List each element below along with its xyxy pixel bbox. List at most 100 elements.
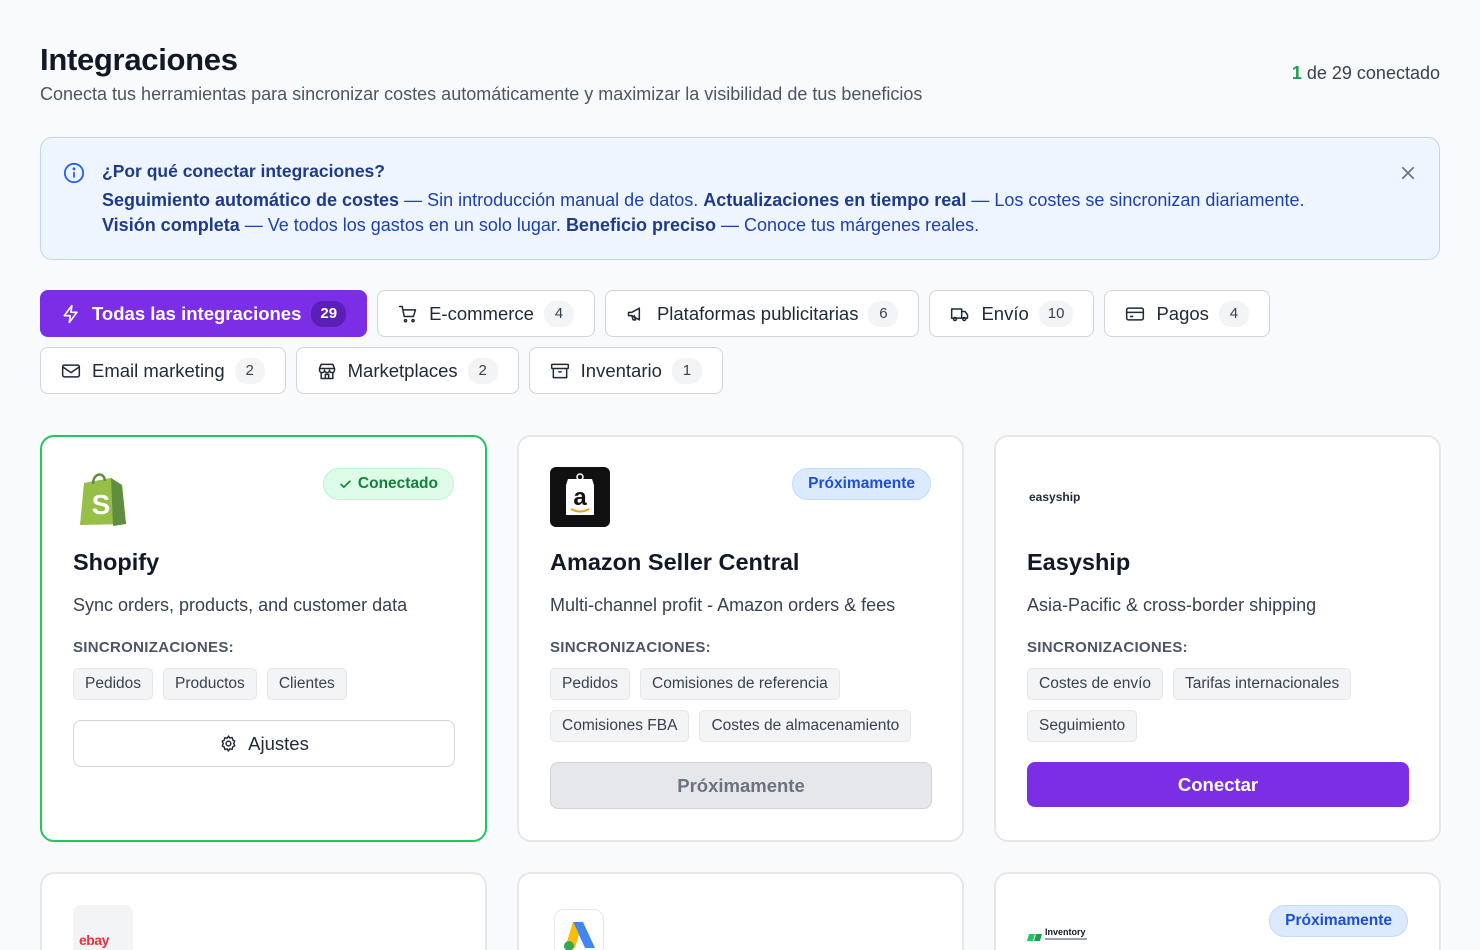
integration-card-amazon: a Próximamente Amazon Seller Central Mul… bbox=[517, 435, 964, 842]
google-ads-icon bbox=[564, 922, 595, 950]
filter-row-1: Todas las integraciones 29 E-commerce 4 … bbox=[40, 290, 1270, 337]
connected-count: 1 de 29 conectado bbox=[1292, 63, 1440, 84]
sync-tag: Comisiones FBA bbox=[550, 710, 690, 742]
filter-label: Inventario bbox=[580, 359, 662, 381]
ebay-logo-text: ebay bbox=[79, 932, 109, 948]
sync-tag: Comisiones de referencia bbox=[640, 668, 840, 700]
store-icon bbox=[318, 363, 335, 379]
syncs-label: SINCRONIZACIONES: bbox=[1027, 639, 1188, 656]
amazon-logo: a bbox=[550, 467, 610, 527]
integration-name: Amazon Seller Central bbox=[550, 549, 800, 575]
banner-line-2: Visión completa — Ve todos los gastos en… bbox=[102, 215, 979, 236]
filter-count: 1 bbox=[671, 357, 702, 384]
filter-all[interactable]: Todas las integraciones 29 bbox=[40, 290, 368, 337]
integration-description: Multi-channel profit - Amazon orders & f… bbox=[550, 595, 896, 615]
status-label: Conectado bbox=[357, 475, 438, 492]
integration-card-easyship: easyship Easyship Asia-Pacific & cross-b… bbox=[994, 435, 1441, 842]
credit-card-icon bbox=[1126, 306, 1145, 321]
filter-label: Pagos bbox=[1156, 302, 1209, 324]
filter-label: E-commerce bbox=[429, 302, 534, 324]
filter-marketplaces[interactable]: Marketplaces 2 bbox=[295, 347, 519, 394]
integration-description: Asia-Pacific & cross-border shipping bbox=[1027, 595, 1317, 615]
connected-count-number: 1 bbox=[1291, 63, 1302, 83]
filter-shipping[interactable]: Envío 10 bbox=[929, 290, 1095, 337]
svg-text:S: S bbox=[92, 489, 111, 520]
filter-email-marketing[interactable]: Email marketing 2 bbox=[40, 347, 286, 394]
sync-tag: Productos bbox=[163, 668, 257, 700]
page-header: Integraciones Conecta tus herramientas p… bbox=[40, 0, 1440, 137]
filter-count: 6 bbox=[868, 300, 899, 327]
banner-benefit-3: Visión completa bbox=[102, 215, 240, 235]
syncs-label: SINCRONIZACIONES: bbox=[73, 639, 234, 656]
gear-icon bbox=[221, 735, 236, 752]
filter-payments[interactable]: Pagos 4 bbox=[1104, 290, 1270, 337]
check-icon bbox=[340, 479, 351, 488]
filter-label: Marketplaces bbox=[347, 359, 458, 381]
close-icon[interactable] bbox=[1399, 164, 1417, 182]
sync-tag: Costes de envío bbox=[1027, 668, 1164, 700]
integration-name: Easyship bbox=[1027, 549, 1131, 575]
banner-benefit-2: Actualizaciones en tiempo real bbox=[703, 190, 967, 210]
page-title: Integraciones bbox=[40, 42, 238, 77]
cart-icon bbox=[398, 305, 417, 323]
filter-count: 2 bbox=[234, 357, 265, 384]
sync-tags: Pedidos Comisiones de referencia Comisio… bbox=[550, 668, 940, 742]
filter-label: Envío bbox=[981, 302, 1029, 324]
filter-count: 2 bbox=[467, 357, 498, 384]
truck-icon bbox=[951, 307, 969, 321]
page-subtitle: Conecta tus herramientas para sincroniza… bbox=[40, 84, 923, 104]
integration-card-ebay: ebay bbox=[40, 872, 487, 950]
shopify-logo: S bbox=[80, 473, 126, 526]
easyship-logo-text: easyship bbox=[1029, 490, 1080, 504]
sync-tag: Seguimiento bbox=[1027, 710, 1138, 742]
filter-count: 10 bbox=[1038, 300, 1074, 327]
info-banner: ¿Por qué conectar integraciones? Seguimi… bbox=[40, 137, 1440, 260]
filter-count: 29 bbox=[311, 300, 347, 327]
sync-tag: Pedidos bbox=[73, 668, 154, 700]
sync-tags: Costes de envío Tarifas internacionales … bbox=[1027, 668, 1417, 742]
inventory-planner-logo: Inventory bbox=[1027, 927, 1087, 941]
mail-icon bbox=[61, 363, 81, 378]
sync-tag: Clientes bbox=[266, 668, 347, 700]
filter-ad-platforms[interactable]: Plataformas publicitarias 6 bbox=[604, 290, 920, 337]
lightning-icon bbox=[63, 304, 78, 323]
integration-card-shopify: S Conectado Shopify Sync orders, product… bbox=[40, 435, 487, 842]
connect-button[interactable]: Conectar bbox=[1027, 762, 1409, 807]
megaphone-icon bbox=[627, 306, 641, 321]
settings-button[interactable]: Ajustes bbox=[73, 720, 455, 767]
status-badge: Próximamente bbox=[1269, 905, 1408, 937]
filter-label: Email marketing bbox=[92, 359, 225, 381]
svg-text:a: a bbox=[573, 484, 587, 511]
settings-button-label: Ajustes bbox=[248, 732, 309, 754]
banner-benefit-1-text: — Sin introducción manual de datos. bbox=[399, 190, 704, 210]
filter-label: Plataformas publicitarias bbox=[656, 302, 859, 324]
banner-benefit-3-text: — Ve todos los gastos en un solo lugar. bbox=[239, 215, 566, 235]
syncs-label: SINCRONIZACIONES: bbox=[550, 639, 711, 656]
integration-card-inventory-planner: Inventory Próximamente bbox=[994, 872, 1441, 950]
filter-count: 4 bbox=[543, 300, 574, 327]
filter-ecommerce[interactable]: E-commerce 4 bbox=[377, 290, 595, 337]
filter-label: Todas las integraciones bbox=[92, 302, 302, 324]
filter-row-2: Email marketing 2 Marketplaces 2 Inventa… bbox=[40, 347, 723, 394]
ebay-logo: ebay bbox=[73, 905, 133, 950]
easyship-logo: easyship bbox=[1029, 490, 1080, 504]
banner-line-1: Seguimiento automático de costes — Sin i… bbox=[102, 190, 1305, 211]
filter-count: 4 bbox=[1218, 300, 1249, 327]
banner-benefit-4: Beneficio preciso bbox=[565, 215, 716, 235]
sync-tag: Costes de almacenamiento bbox=[699, 710, 912, 742]
integrations-page: Integraciones Conecta tus herramientas p… bbox=[40, 0, 1441, 950]
sync-tag: Pedidos bbox=[550, 668, 631, 700]
archive-icon bbox=[550, 363, 569, 378]
banner-benefit-1: Seguimiento automático de costes bbox=[102, 190, 400, 210]
banner-benefit-2-text: — Los costes se sincronizan diariamente. bbox=[966, 190, 1305, 210]
coming-soon-button[interactable]: Próximamente bbox=[550, 762, 932, 809]
filter-inventory[interactable]: Inventario 1 bbox=[528, 347, 723, 394]
banner-benefit-4-text: — Conoce tus márgenes reales. bbox=[715, 215, 980, 235]
info-icon bbox=[63, 162, 85, 184]
inventory-logo-text: Inventory bbox=[1045, 927, 1086, 937]
banner-title: ¿Por qué conectar integraciones? bbox=[102, 161, 385, 181]
status-badge: Próximamente bbox=[792, 468, 931, 500]
status-badge: Conectado bbox=[322, 468, 454, 500]
sync-tags: Pedidos Productos Clientes bbox=[73, 668, 463, 700]
integration-card-google-ads bbox=[517, 872, 964, 950]
